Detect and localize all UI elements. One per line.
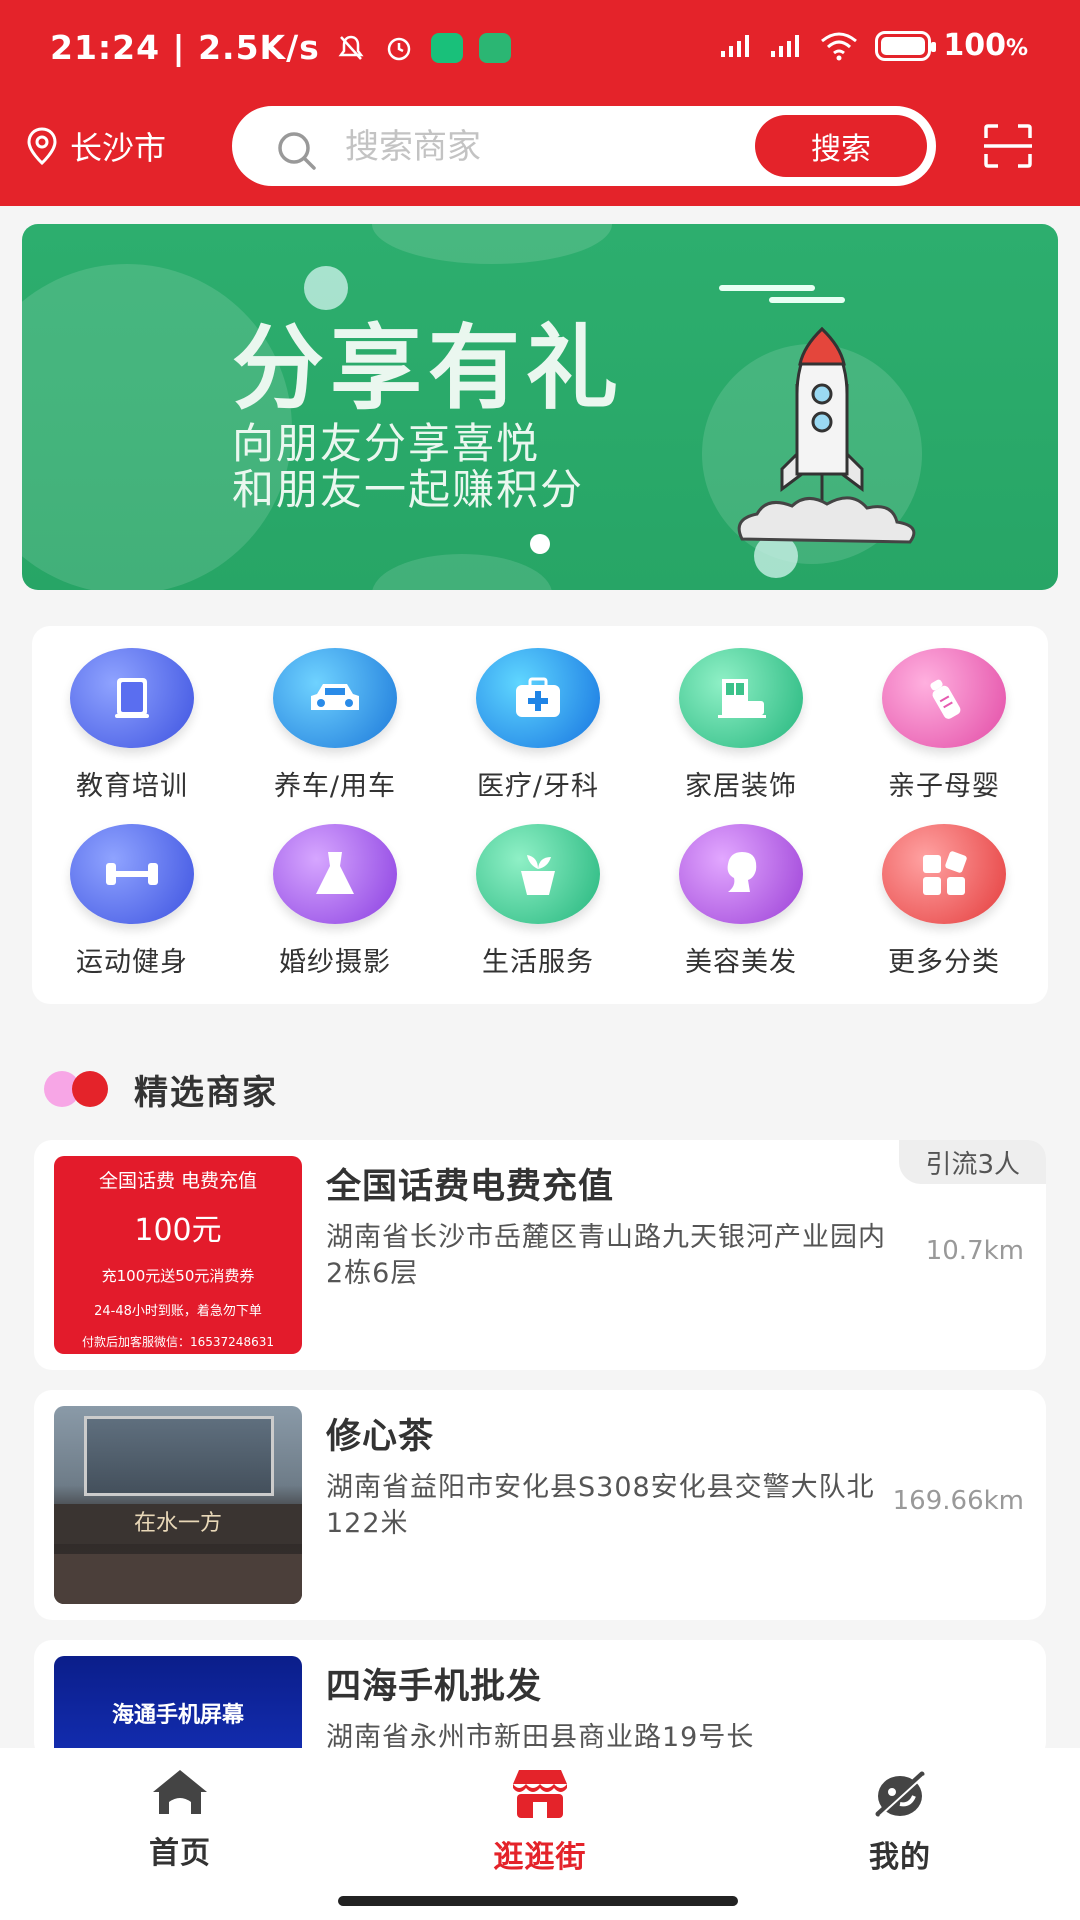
category-label: 更多分类 bbox=[888, 947, 1000, 978]
nav-street-label: 逛逛街 bbox=[493, 1840, 587, 1875]
shop-icon bbox=[513, 1770, 567, 1818]
category-life-service[interactable]: 生活服务 bbox=[438, 824, 638, 994]
profile-icon bbox=[875, 1771, 925, 1817]
category-mother-baby[interactable]: 亲子母婴 bbox=[844, 648, 1044, 818]
category-label: 运动健身 bbox=[76, 947, 188, 978]
merchant-card[interactable]: 在水一方 修心茶 湖南省益阳市安化县S308安化县交警大队北122米 169.6… bbox=[34, 1390, 1046, 1620]
merchant-card[interactable]: 全国话费 电费充值 100元 充100元送50元消费券 24-48小时到账，着急… bbox=[34, 1140, 1046, 1370]
merchant-name: 修心茶 bbox=[326, 1417, 435, 1457]
book-icon bbox=[70, 648, 194, 748]
nav-mine[interactable]: 我的 bbox=[800, 1766, 1000, 1876]
baby-bottle-icon bbox=[882, 648, 1006, 748]
dumbbell-icon bbox=[70, 824, 194, 924]
city-name: 长沙市 bbox=[70, 129, 167, 167]
merchant-name: 四海手机批发 bbox=[326, 1667, 543, 1707]
home-icon bbox=[153, 1770, 207, 1814]
nav-home-label: 首页 bbox=[149, 1836, 211, 1871]
nav-mine-label: 我的 bbox=[869, 1840, 931, 1875]
category-label: 亲子母婴 bbox=[888, 771, 1000, 802]
category-label: 生活服务 bbox=[482, 947, 594, 978]
woman-face-icon bbox=[679, 824, 803, 924]
status-right: 100% bbox=[705, 28, 1028, 63]
search-input[interactable] bbox=[345, 123, 765, 171]
section-dots-icon bbox=[44, 1071, 112, 1107]
category-label: 美容美发 bbox=[685, 947, 797, 978]
category-home-decor[interactable]: 家居装饰 bbox=[641, 648, 841, 818]
category-fitness[interactable]: 运动健身 bbox=[32, 824, 232, 994]
nav-home[interactable]: 首页 bbox=[80, 1766, 280, 1872]
status-bar: 21:24 | 2.5K/s 100% bbox=[0, 0, 1080, 100]
category-label: 婚纱摄影 bbox=[279, 947, 391, 978]
category-wedding[interactable]: 婚纱摄影 bbox=[235, 824, 435, 994]
car-icon bbox=[273, 648, 397, 748]
merchant-thumbnail: 全国话费 电费充值 100元 充100元送50元消费券 24-48小时到账，着急… bbox=[54, 1156, 302, 1354]
category-medical[interactable]: 医疗/牙科 bbox=[438, 648, 638, 818]
battery-icon bbox=[875, 30, 937, 61]
category-label: 医疗/牙科 bbox=[476, 771, 600, 802]
merchant-address: 湖南省益阳市安化县S308安化县交警大队北122米 bbox=[326, 1472, 875, 1539]
merchant-tag: 引流3人 bbox=[899, 1140, 1046, 1184]
merchant-thumbnail: 在水一方 bbox=[54, 1406, 302, 1604]
home-indicator[interactable] bbox=[338, 1896, 738, 1906]
search-bar: 搜索 bbox=[232, 106, 936, 186]
wechat-notification-icon bbox=[430, 31, 464, 65]
category-education[interactable]: 教育培训 bbox=[32, 648, 232, 818]
category-car[interactable]: 养车/用车 bbox=[235, 648, 435, 818]
plant-icon bbox=[476, 824, 600, 924]
featured-merchants-header: 精选商家 bbox=[44, 1064, 278, 1114]
mute-bell-icon bbox=[334, 31, 368, 65]
status-time: 21:24 bbox=[50, 28, 161, 67]
merchant-distance: 169.66km bbox=[892, 1486, 1024, 1516]
banner-subtitle-2: 和朋友一起赚积分 bbox=[232, 465, 585, 514]
merchant-name: 全国话费电费充值 bbox=[326, 1167, 615, 1207]
furniture-icon bbox=[679, 648, 803, 748]
signal-icon-2 bbox=[769, 33, 805, 59]
category-more[interactable]: 更多分类 bbox=[844, 824, 1044, 994]
promo-banner[interactable]: 分享有礼 向朋友分享喜悦 和朋友一起赚积分 bbox=[22, 224, 1058, 590]
signal-icon-1 bbox=[719, 33, 755, 59]
banner-pagination-dot[interactable] bbox=[530, 534, 550, 554]
wedding-dress-icon bbox=[273, 824, 397, 924]
banner-bubble bbox=[372, 554, 552, 590]
scan-icon[interactable] bbox=[982, 122, 1034, 170]
nav-street[interactable]: 逛逛街 bbox=[440, 1766, 640, 1876]
status-network-speed: 2.5K/s bbox=[198, 28, 320, 67]
city-selector[interactable]: 长沙市 bbox=[24, 122, 166, 170]
app-notification-icon bbox=[478, 31, 512, 65]
merchant-thumbnail: 海通手机屏幕 bbox=[54, 1656, 302, 1760]
category-beauty[interactable]: 美容美发 bbox=[641, 824, 841, 994]
category-label: 教育培训 bbox=[76, 771, 188, 802]
medical-kit-icon bbox=[476, 648, 600, 748]
category-grid: 教育培训 养车/用车 医疗/牙科 家居装饰 亲子母婴 运动健身 婚纱摄影 生活服… bbox=[32, 626, 1048, 1004]
rocket-icon bbox=[719, 285, 916, 544]
search-button[interactable]: 搜索 bbox=[755, 115, 927, 177]
bottom-navigation: 首页 逛逛街 我的 bbox=[0, 1748, 1080, 1920]
more-categories-icon bbox=[882, 824, 1006, 924]
merchant-distance: 10.7km bbox=[925, 1236, 1024, 1266]
banner-title: 分享有礼 bbox=[232, 315, 625, 422]
category-label: 养车/用车 bbox=[273, 771, 397, 802]
merchant-address: 湖南省长沙市岳麓区青山路九天银河产业园内2栋6层 bbox=[326, 1222, 886, 1289]
banner-bubble bbox=[372, 224, 612, 264]
app-header: 21:24 | 2.5K/s 100% 长沙市 搜索商家 搜索 bbox=[0, 0, 1080, 206]
location-pin-icon bbox=[27, 127, 57, 166]
status-left: 21:24 | 2.5K/s bbox=[50, 28, 512, 67]
battery-level: 100% bbox=[943, 28, 1028, 63]
section-title: 精选商家 bbox=[134, 1072, 278, 1113]
alarm-icon bbox=[382, 31, 416, 65]
wifi-icon bbox=[819, 31, 859, 61]
search-icon bbox=[278, 132, 316, 170]
merchant-card[interactable]: 海通手机屏幕 四海手机批发 湖南省永州市新田县商业路19号长 bbox=[34, 1640, 1046, 1760]
category-label: 家居装饰 bbox=[685, 771, 797, 802]
